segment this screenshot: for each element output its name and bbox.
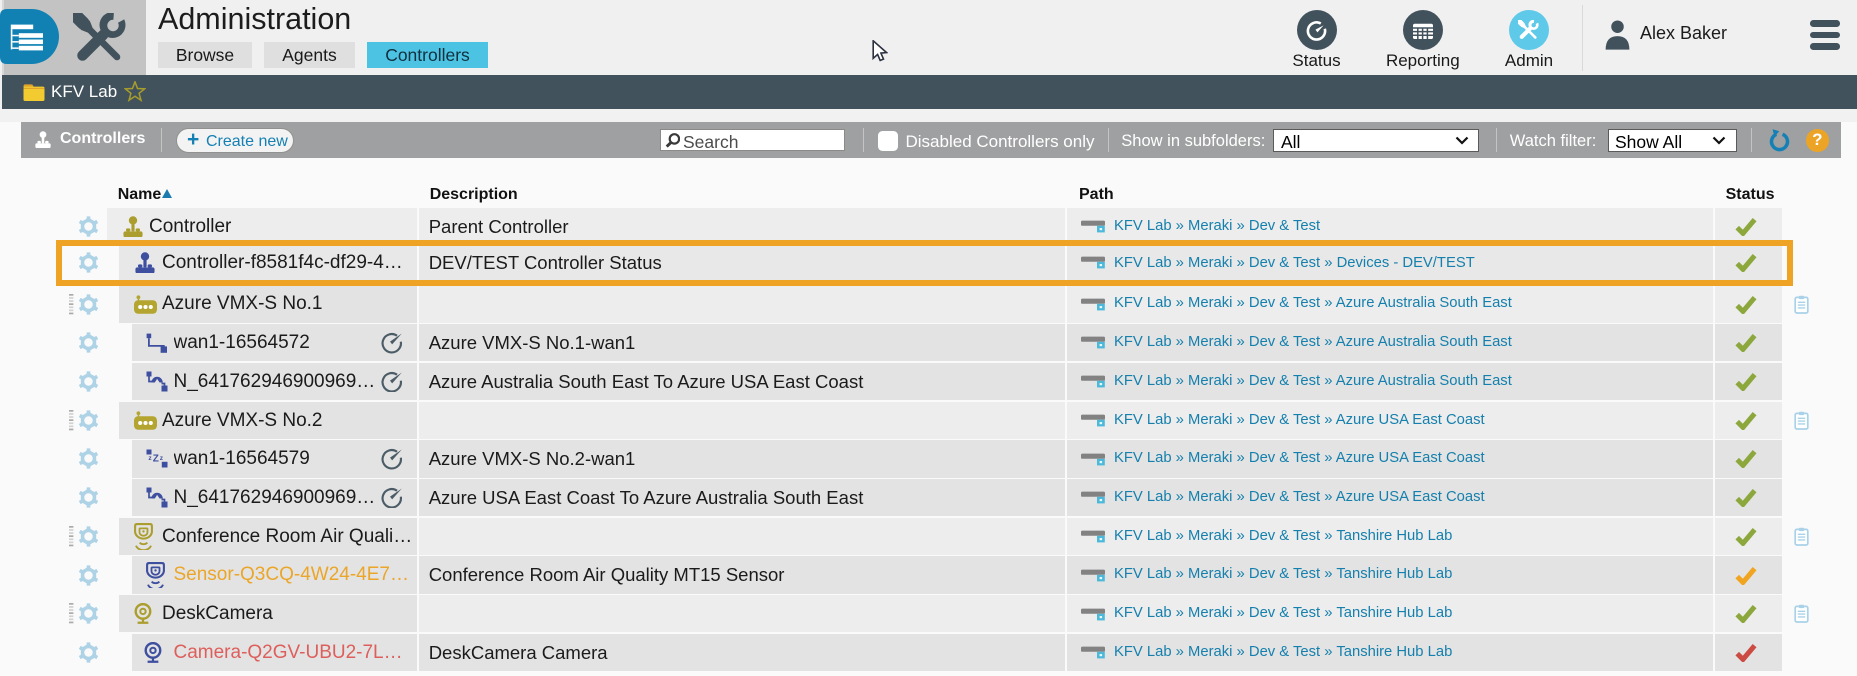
svg-text:Z: Z: [152, 454, 158, 465]
svg-text:z: z: [159, 455, 163, 462]
svg-text:z: z: [148, 455, 152, 462]
